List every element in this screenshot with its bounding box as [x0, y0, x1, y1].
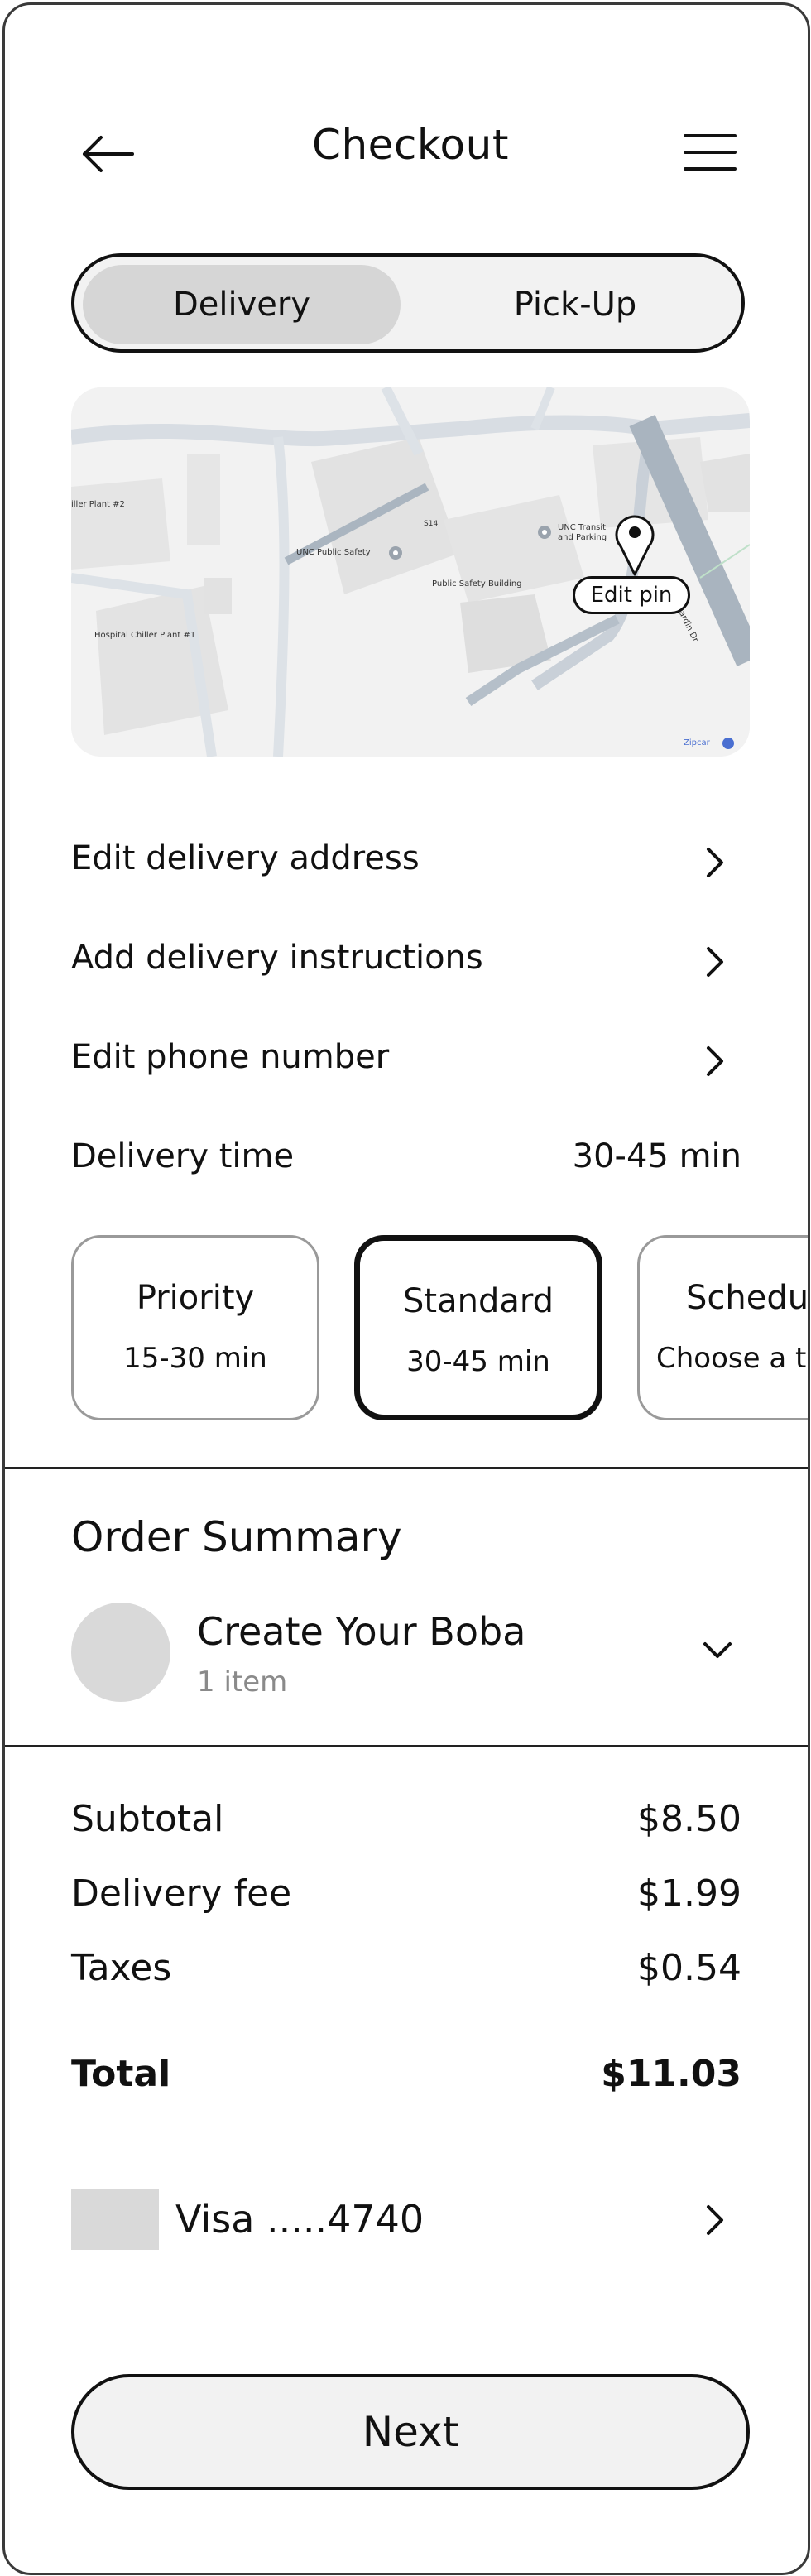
map-pin-icon[interactable] [614, 512, 655, 576]
divider [5, 1467, 808, 1469]
toggle-delivery[interactable]: Delivery [83, 265, 401, 344]
taxes-value: $0.54 [637, 1947, 741, 1989]
payment-card-label[interactable]: Visa .....4740 [175, 2197, 424, 2242]
item-thumbnail [71, 1603, 170, 1702]
map-label-s14: S14 [424, 520, 439, 528]
map-label-zipcar: Zipcar [684, 738, 710, 747]
option-standard[interactable]: Standard 30-45 min [354, 1235, 602, 1420]
chevron-right-icon[interactable] [700, 1041, 730, 1081]
option-subtitle: Choose a t [656, 1342, 807, 1375]
total-label: Total [71, 2053, 171, 2095]
option-title: Standard [403, 1282, 554, 1320]
order-summary-title: Order Summary [71, 1513, 402, 1561]
fulfillment-toggle: Delivery Pick-Up [71, 253, 745, 353]
toggle-pickup[interactable]: Pick-Up [412, 265, 738, 344]
edit-delivery-address-link[interactable]: Edit delivery address [71, 839, 420, 877]
delivery-time-value: 30-45 min [572, 1137, 741, 1175]
chevron-right-icon[interactable] [700, 843, 730, 882]
subtotal-value: $8.50 [637, 1798, 741, 1840]
map-label-plant1: Hospital Chiller Plant #1 [94, 631, 196, 640]
card-thumbnail [71, 2189, 159, 2250]
chevron-right-icon[interactable] [700, 2200, 730, 2240]
hamburger-menu-icon[interactable] [684, 131, 737, 174]
add-delivery-instructions-link[interactable]: Add delivery instructions [71, 939, 483, 977]
divider [5, 1745, 808, 1747]
delivery-fee-value: $1.99 [637, 1872, 741, 1915]
chevron-down-icon[interactable] [698, 1636, 737, 1665]
map-label-safety: UNC Public Safety [296, 548, 371, 557]
item-name: Create Your Boba [197, 1609, 526, 1654]
option-subtitle: 30-45 min [406, 1345, 550, 1378]
map-label-plant2: iller Plant #2 [71, 500, 125, 509]
edit-phone-number-link[interactable]: Edit phone number [71, 1038, 389, 1076]
taxes-label: Taxes [71, 1947, 172, 1989]
chevron-right-icon[interactable] [700, 942, 730, 982]
subtotal-label: Subtotal [71, 1798, 224, 1840]
option-title: Priority [136, 1279, 255, 1317]
delivery-fee-label: Delivery fee [71, 1872, 292, 1915]
phone-frame: Checkout Delivery Pick-Up iller Plant #2… [2, 2, 810, 2575]
option-subtitle: 15-30 min [123, 1342, 267, 1375]
option-priority[interactable]: Priority 15-30 min [71, 1235, 319, 1420]
edit-pin-button[interactable]: Edit pin [573, 576, 690, 614]
item-count: 1 item [197, 1665, 288, 1699]
next-button[interactable]: Next [71, 2374, 750, 2490]
option-schedule[interactable]: Schedu Choose a t [637, 1235, 809, 1420]
delivery-time-label: Delivery time [71, 1137, 295, 1175]
map-label-building: Public Safety Building [432, 579, 522, 589]
total-value: $11.03 [601, 2053, 741, 2095]
option-title: Schedu [686, 1279, 809, 1317]
